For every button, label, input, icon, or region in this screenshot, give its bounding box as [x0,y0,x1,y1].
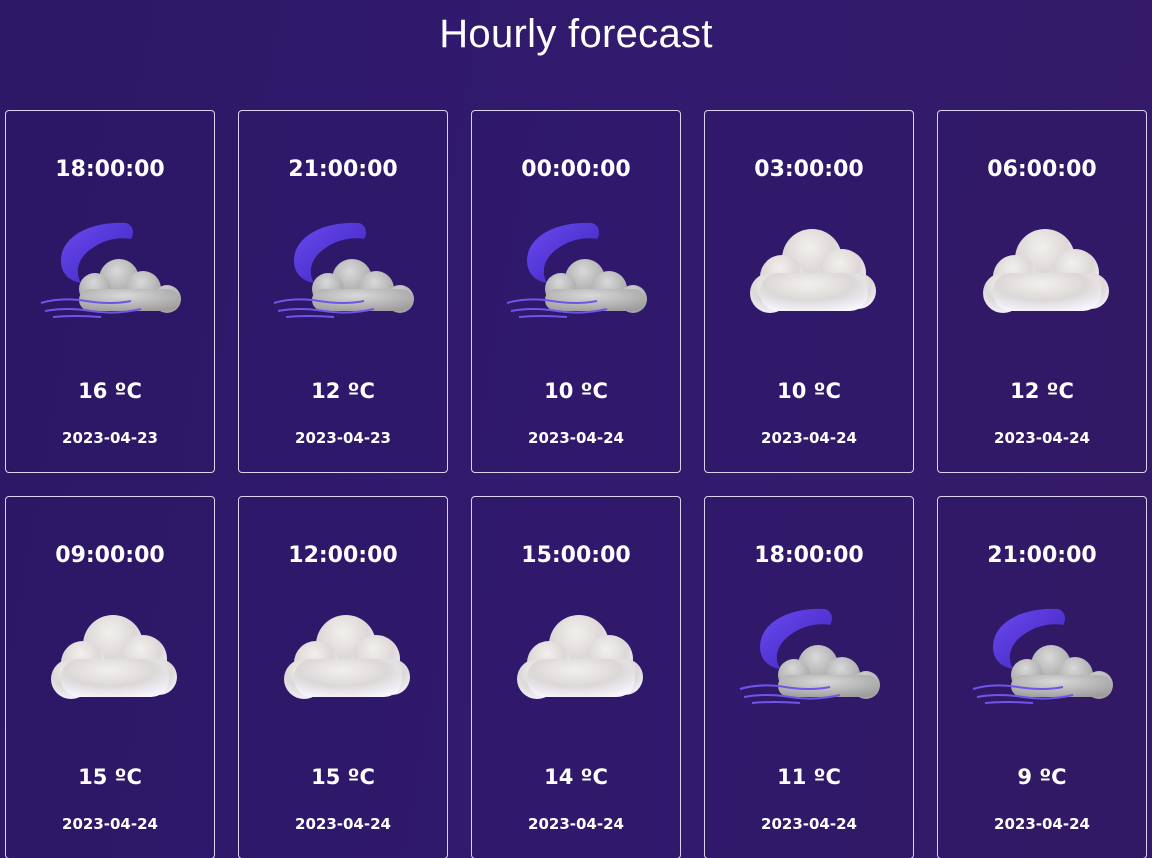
night-cloud-wind-icon [264,211,424,331]
forecast-time: 12:00:00 [288,543,398,568]
forecast-card: 12:00:00 15 ºC 2023-04-24 [238,496,448,858]
forecast-temperature: 10 ºC [777,379,841,403]
forecast-card: 18:00:00 16 ºC 2023-04-23 [5,110,215,473]
forecast-temperature: 15 ºC [311,765,375,789]
forecast-time: 21:00:00 [987,543,1097,568]
forecast-temperature: 10 ºC [544,379,608,403]
cloud-icon [31,597,191,717]
night-cloud-wind-icon [730,597,890,717]
forecast-time: 18:00:00 [55,157,165,182]
forecast-temperature: 12 ºC [1010,379,1074,403]
cloud-icon [497,597,657,717]
forecast-date: 2023-04-23 [62,429,158,447]
forecast-time: 21:00:00 [288,157,398,182]
cloud-icon [264,597,424,717]
forecast-temperature: 11 ºC [777,765,841,789]
forecast-date: 2023-04-24 [761,429,857,447]
night-cloud-wind-icon [31,211,191,331]
forecast-time: 06:00:00 [987,157,1097,182]
forecast-temperature: 9 ºC [1017,765,1067,789]
forecast-card: 09:00:00 15 ºC 2023-04-24 [5,496,215,858]
forecast-temperature: 16 ºC [78,379,142,403]
forecast-card: 00:00:00 10 ºC 2023-04-24 [471,110,681,473]
forecast-card: 18:00:00 11 ºC 2023-04-24 [704,496,914,858]
forecast-grid: 18:00:00 16 ºC 2023-04-23 21:00:00 12 ºC… [5,110,1147,858]
forecast-date: 2023-04-24 [295,815,391,833]
forecast-time: 15:00:00 [521,543,631,568]
forecast-time: 18:00:00 [754,543,864,568]
forecast-date: 2023-04-24 [528,815,624,833]
cloud-icon [730,211,890,331]
forecast-card: 15:00:00 14 ºC 2023-04-24 [471,496,681,858]
forecast-temperature: 15 ºC [78,765,142,789]
forecast-card: 21:00:00 12 ºC 2023-04-23 [238,110,448,473]
forecast-card: 21:00:00 9 ºC 2023-04-24 [937,496,1147,858]
forecast-date: 2023-04-24 [761,815,857,833]
forecast-date: 2023-04-24 [528,429,624,447]
forecast-date: 2023-04-24 [994,815,1090,833]
forecast-time: 03:00:00 [754,157,864,182]
forecast-time: 00:00:00 [521,157,631,182]
night-cloud-wind-icon [497,211,657,331]
page-title: Hourly forecast [439,12,713,56]
forecast-temperature: 14 ºC [544,765,608,789]
forecast-date: 2023-04-24 [994,429,1090,447]
forecast-temperature: 12 ºC [311,379,375,403]
forecast-date: 2023-04-23 [295,429,391,447]
forecast-card: 03:00:00 10 ºC 2023-04-24 [704,110,914,473]
forecast-time: 09:00:00 [55,543,165,568]
forecast-card: 06:00:00 12 ºC 2023-04-24 [937,110,1147,473]
cloud-icon [963,211,1123,331]
forecast-date: 2023-04-24 [62,815,158,833]
night-cloud-wind-icon [963,597,1123,717]
